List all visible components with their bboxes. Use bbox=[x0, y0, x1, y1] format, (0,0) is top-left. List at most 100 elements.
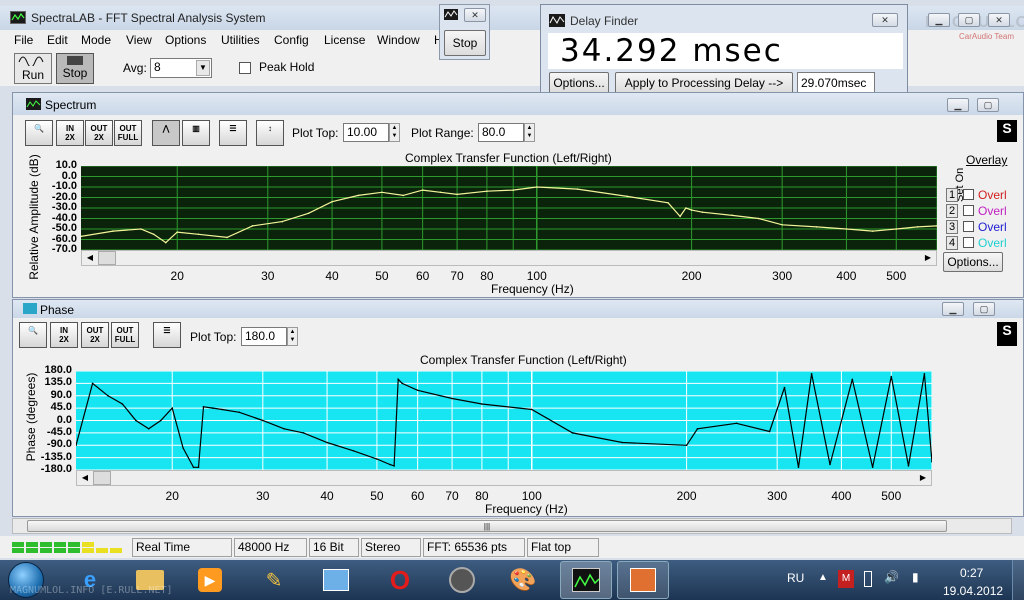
overlay-1-label: Overl bbox=[978, 188, 1007, 202]
menu-config[interactable]: Config bbox=[274, 33, 309, 47]
spectrum-maximize-icon[interactable]: ▢ bbox=[977, 98, 999, 112]
opera-icon[interactable]: O bbox=[380, 561, 420, 599]
apply-delay-button[interactable]: Apply to Processing Delay --> bbox=[615, 72, 793, 94]
overlay-set-1-button[interactable]: 1 bbox=[946, 188, 958, 202]
menu-options[interactable]: Options bbox=[165, 33, 206, 47]
network-tray-icon[interactable]: ▮ bbox=[912, 570, 919, 584]
phase-maximize-icon[interactable]: ▢ bbox=[973, 302, 995, 316]
overlay-set-3-button[interactable]: 3 bbox=[946, 220, 958, 234]
battery-tray-icon[interactable] bbox=[864, 571, 872, 587]
clock-date[interactable]: 19.04.2012 bbox=[943, 584, 1003, 598]
spectralab-taskbar-button[interactable] bbox=[560, 561, 612, 599]
paint-palette-icon[interactable]: 🎨 bbox=[503, 561, 543, 599]
spectrum-plot-range-field[interactable]: 80.0 bbox=[478, 123, 524, 142]
spectrum-plot-range-spinner[interactable]: ▲ ▼ bbox=[524, 123, 535, 142]
phase-minimize-icon[interactable]: ▁ bbox=[942, 302, 964, 316]
phase-plot-top-spinner[interactable]: ▲ ▼ bbox=[287, 327, 298, 346]
phase-zoom-out-2x-icon[interactable]: OUT 2X bbox=[81, 322, 109, 348]
data-point bbox=[481, 403, 483, 405]
spectrum-minimize-icon[interactable]: ▁ bbox=[947, 98, 969, 112]
y-tick-label: 180.0 bbox=[44, 364, 72, 376]
tray-expand-icon[interactable]: ▲ bbox=[818, 572, 828, 583]
scale-icon[interactable]: ↕ bbox=[256, 120, 284, 146]
processing-delay-field[interactable]: 29.070msec bbox=[797, 72, 875, 94]
level-meter-bars bbox=[12, 542, 122, 553]
table-view-icon[interactable]: ☰ bbox=[219, 120, 247, 146]
phase-scrollbar[interactable]: ◀ ▶ bbox=[76, 470, 932, 486]
mdi-scroll-thumb[interactable]: ||| bbox=[27, 520, 947, 532]
phase-plot-area[interactable] bbox=[76, 371, 932, 470]
watermark-subtext: CarAudio Team bbox=[959, 32, 1014, 41]
main-close-icon[interactable]: ✕ bbox=[988, 13, 1010, 27]
overlay-4-checkbox[interactable] bbox=[963, 237, 974, 248]
status-bits: 16 Bit bbox=[309, 538, 359, 557]
close-icon[interactable]: ✕ bbox=[464, 8, 486, 22]
scroll-left-icon[interactable]: ◀ bbox=[82, 251, 98, 265]
scroll-thumb[interactable] bbox=[98, 251, 116, 265]
media-player-icon[interactable]: ▶ bbox=[190, 561, 230, 599]
menu-utilities[interactable]: Utilities bbox=[221, 33, 260, 47]
overlay-3-checkbox[interactable] bbox=[963, 221, 974, 232]
data-point bbox=[851, 378, 854, 381]
menu-file[interactable]: File bbox=[14, 33, 33, 47]
menu-license[interactable]: License bbox=[324, 33, 365, 47]
overlay-set-2-button[interactable]: 2 bbox=[946, 204, 958, 218]
x-tick-label: 70 bbox=[450, 269, 464, 283]
menu-view[interactable]: View bbox=[126, 33, 152, 47]
stop-button[interactable]: Stop bbox=[56, 53, 94, 84]
qmp-player-icon[interactable] bbox=[442, 561, 482, 599]
spectrum-plot-top-field[interactable]: 10.00 bbox=[343, 123, 389, 142]
data-point bbox=[890, 375, 893, 378]
delay-options-button[interactable]: Options... bbox=[549, 72, 609, 94]
main-minimize-icon[interactable]: ▁ bbox=[928, 13, 950, 27]
menu-mode[interactable]: Mode bbox=[81, 33, 111, 47]
data-point bbox=[140, 228, 142, 230]
language-indicator[interactable]: RU bbox=[787, 571, 804, 585]
show-desktop-button[interactable] bbox=[1012, 560, 1024, 600]
delay-close-icon[interactable]: ✕ bbox=[872, 13, 898, 27]
phase-zoom-full-icon[interactable]: OUT FULL bbox=[111, 322, 139, 348]
zoom-out-2x-icon[interactable]: OUT 2X bbox=[85, 120, 113, 146]
avg-select[interactable]: 8 ▼ bbox=[150, 58, 212, 78]
data-point bbox=[685, 207, 687, 209]
control-panel-icon[interactable] bbox=[316, 561, 356, 599]
popup-stop-button[interactable]: Stop bbox=[444, 30, 486, 56]
overlay-set-4-button[interactable]: 4 bbox=[946, 236, 958, 250]
antivirus-tray-icon[interactable]: M bbox=[838, 570, 854, 588]
phase-zoom-icon[interactable]: 🔍 bbox=[19, 322, 47, 348]
clock-time[interactable]: 0:27 bbox=[960, 566, 983, 580]
bar-plot-icon[interactable]: ▥ bbox=[182, 120, 210, 146]
data-point bbox=[735, 422, 738, 425]
spectrum-plot-area[interactable] bbox=[81, 166, 937, 250]
scroll-right-icon[interactable]: ▶ bbox=[920, 251, 936, 265]
chevron-down-icon[interactable]: ▼ bbox=[196, 60, 210, 76]
stop-popup: ✕ Stop bbox=[439, 4, 490, 60]
data-point bbox=[871, 466, 874, 469]
zoom-in-2x-icon[interactable]: IN 2X bbox=[56, 120, 84, 146]
menu-window[interactable]: Window bbox=[377, 33, 420, 47]
phase-table-view-icon[interactable]: ☰ bbox=[153, 322, 181, 348]
data-point bbox=[815, 226, 818, 228]
run-button[interactable]: Run bbox=[14, 53, 52, 84]
spectrum-scrollbar[interactable]: ◀ ▶ bbox=[81, 250, 937, 266]
zoom-full-icon[interactable]: OUT FULL bbox=[114, 120, 142, 146]
app2-taskbar-button[interactable] bbox=[617, 561, 669, 599]
phase-scroll-right-icon[interactable]: ▶ bbox=[915, 471, 931, 485]
phase-scroll-thumb[interactable] bbox=[93, 471, 111, 485]
paint-icon[interactable]: ✎ bbox=[254, 561, 294, 599]
spectrum-plot-top-spinner[interactable]: ▲ ▼ bbox=[389, 123, 400, 142]
overlay-2-checkbox[interactable] bbox=[963, 205, 974, 216]
peak-hold-checkbox[interactable] bbox=[239, 62, 251, 74]
phase-chart-title: Complex Transfer Function (Left/Right) bbox=[420, 353, 627, 367]
phase-zoom-in-2x-icon[interactable]: IN 2X bbox=[50, 322, 78, 348]
menu-edit[interactable]: Edit bbox=[47, 33, 68, 47]
phase-plot-top-field[interactable]: 180.0 bbox=[241, 327, 287, 346]
overlay-1-checkbox[interactable] bbox=[963, 189, 974, 200]
overlay-options-button[interactable]: Options... bbox=[943, 252, 1003, 272]
phase-scroll-left-icon[interactable]: ◀ bbox=[77, 471, 93, 485]
mdi-horizontal-scrollbar[interactable]: ||| bbox=[12, 518, 1012, 534]
volume-tray-icon[interactable]: 🔊 bbox=[884, 570, 899, 584]
main-maximize-icon[interactable]: ▢ bbox=[958, 13, 980, 27]
data-point bbox=[381, 191, 383, 194]
line-plot-icon[interactable]: ⋀ bbox=[152, 120, 180, 146]
